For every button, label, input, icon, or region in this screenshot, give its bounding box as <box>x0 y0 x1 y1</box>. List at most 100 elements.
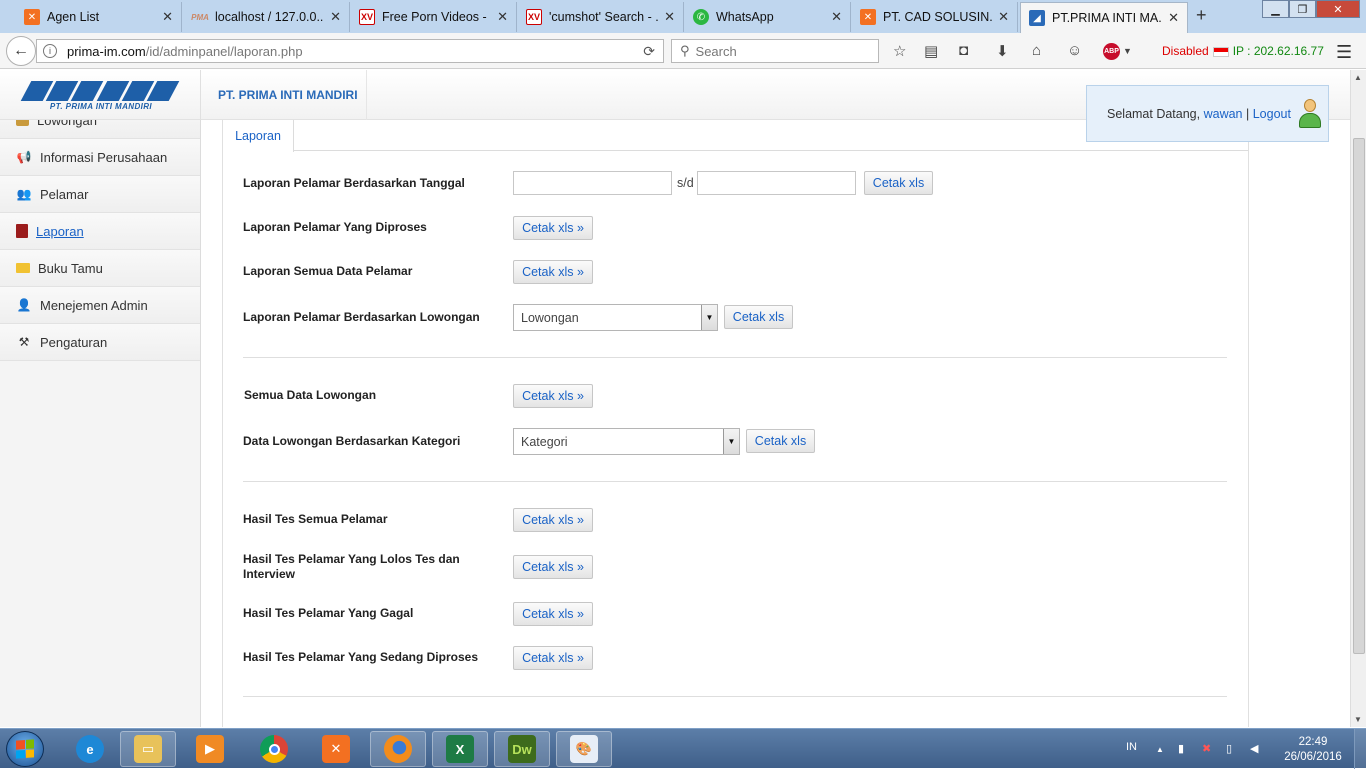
browser-tab[interactable]: ✕ Agen List ✕ <box>16 2 182 32</box>
signal-icon[interactable]: ▮ <box>1178 742 1184 755</box>
taskbar-ie[interactable]: e <box>62 731 118 767</box>
report-panel: Laporan Laporan Pelamar Berdasarkan Tang… <box>222 120 1249 727</box>
page-viewport: Lowongan 📢 Informasi Perusahaan 👥 Pelamar Lap… <box>0 70 1350 727</box>
url-bar[interactable]: i prima-im.com/id/adminpanel/laporan.php… <box>36 39 664 63</box>
maximize-button[interactable]: ❐ <box>1289 0 1316 18</box>
cetak-hasil-tes-lolos-button[interactable]: Cetak xls » <box>513 555 593 579</box>
minimize-button[interactable]: ▁ <box>1262 0 1289 18</box>
system-tray: IN ▲ ▮ ✖ ▯ ◀ 22:49 26/06/2016 <box>1120 729 1366 769</box>
clock[interactable]: 22:49 26/06/2016 <box>1278 735 1348 765</box>
cetak-kategori-button[interactable]: Cetak xls <box>746 429 815 453</box>
sidebar-item-buku-tamu[interactable]: Buku Tamu <box>0 250 200 287</box>
browser-tab[interactable]: PMA localhost / 127.0.0.... ✕ <box>184 2 350 32</box>
new-tab-button[interactable]: + <box>1196 5 1207 26</box>
taskbar-firefox[interactable] <box>370 731 426 767</box>
sidebar-item-laporan[interactable]: Laporan <box>0 213 200 250</box>
back-button[interactable]: ← <box>6 36 36 66</box>
reload-icon[interactable]: ⟳ <box>643 43 655 60</box>
tools-icon: ⚒ <box>18 335 30 349</box>
volume-icon[interactable]: ◀ <box>1250 742 1258 755</box>
start-button[interactable] <box>6 731 44 767</box>
taskbar-dreamweaver[interactable]: Dw <box>494 731 550 767</box>
tab-title: 'cumshot' Search - ... <box>549 10 659 24</box>
taskbar-xampp[interactable]: ✕ <box>308 731 364 767</box>
close-tab-icon[interactable]: ✕ <box>497 9 508 25</box>
tab-title: PT. CAD SOLUSIN... <box>883 10 993 24</box>
cetak-hasil-tes-diproses-button[interactable]: Cetak xls » <box>513 646 593 670</box>
close-tab-icon[interactable]: ✕ <box>162 9 173 25</box>
chevron-down-icon[interactable]: ▼ <box>701 305 717 330</box>
cetak-lowongan-button[interactable]: Cetak xls <box>724 305 793 329</box>
scroll-up-icon[interactable]: ▲ <box>1354 73 1362 82</box>
bookmark-star-icon[interactable]: ☆ <box>893 42 906 60</box>
tray-expand-icon[interactable]: ▲ <box>1156 745 1164 754</box>
kategori-select[interactable]: Kategori ▼ <box>513 428 740 455</box>
admin-icon: 👤 <box>16 298 32 312</box>
download-icon[interactable]: ⬇ <box>996 42 1009 60</box>
taskbar-chrome[interactable] <box>246 731 302 767</box>
chevron-down-icon[interactable]: ▼ <box>723 429 739 454</box>
section-divider <box>243 481 1227 482</box>
close-tab-icon[interactable]: ✕ <box>1168 10 1179 26</box>
close-tab-icon[interactable]: ✕ <box>330 9 341 25</box>
xvideos-icon: XV <box>526 9 542 25</box>
sidebar-item-label: Laporan <box>36 223 84 239</box>
brand-link[interactable]: PT. PRIMA INTI MANDIRI <box>218 88 358 102</box>
cetak-tanggal-button[interactable]: Cetak xls <box>864 171 933 195</box>
date-to-input[interactable] <box>697 171 856 195</box>
cetak-semua-pelamar-button[interactable]: Cetak xls » <box>513 260 593 284</box>
date-from-input[interactable] <box>513 171 672 195</box>
show-desktop-button[interactable] <box>1354 729 1366 769</box>
sidebar-item-pelamar[interactable]: 👥 Pelamar <box>0 176 200 213</box>
close-tab-icon[interactable]: ✕ <box>831 9 842 25</box>
sidebar-item-pengaturan[interactable]: ⚒ Pengaturan <box>0 324 200 361</box>
browser-tab[interactable]: XV Free Porn Videos - ... ✕ <box>351 2 517 32</box>
pocket-icon[interactable]: ◘ <box>959 42 968 59</box>
close-tab-icon[interactable]: ✕ <box>664 9 675 25</box>
site-info-icon[interactable]: i <box>43 44 57 58</box>
lowongan-select[interactable]: Lowongan ▼ <box>513 304 718 331</box>
close-tab-icon[interactable]: ✕ <box>998 9 1009 25</box>
cetak-hasil-tes-semua-button[interactable]: Cetak xls » <box>513 508 593 532</box>
reading-list-icon[interactable]: ▤ <box>924 42 938 60</box>
tab-title: Free Porn Videos - ... <box>382 10 492 24</box>
label-pelamar-lowongan: Laporan Pelamar Berdasarkan Lowongan <box>243 310 480 324</box>
company-logo[interactable]: PT. PRIMA INTI MANDIRI <box>20 81 180 111</box>
scrollbar-thumb[interactable] <box>1353 138 1365 654</box>
xampp-icon: ✕ <box>322 735 350 763</box>
sidebar-item-informasi-perusahaan[interactable]: 📢 Informasi Perusahaan <box>0 139 200 176</box>
logout-link[interactable]: Logout <box>1253 107 1291 121</box>
hello-chat-icon[interactable]: ☺ <box>1067 42 1082 59</box>
home-icon[interactable]: ⌂ <box>1032 42 1041 59</box>
search-input[interactable]: ⚲ Search <box>671 39 879 63</box>
adblock-icon[interactable]: ABP <box>1103 43 1120 60</box>
language-indicator[interactable]: IN <box>1126 741 1137 753</box>
menu-icon[interactable]: ☰ <box>1336 42 1352 63</box>
taskbar-media-player[interactable]: ▶ <box>182 731 238 767</box>
scroll-down-icon[interactable]: ▼ <box>1354 715 1362 724</box>
sidebar: Lowongan 📢 Informasi Perusahaan 👥 Pelamar Lap… <box>0 102 201 727</box>
power-icon[interactable]: ▯ <box>1226 742 1232 755</box>
cetak-hasil-tes-gagal-button[interactable]: Cetak xls » <box>513 602 593 626</box>
disabled-status: Disabled <box>1162 44 1209 58</box>
cetak-pelamar-diproses-button[interactable]: Cetak xls » <box>513 216 593 240</box>
lowongan-select-value: Lowongan <box>521 310 579 325</box>
username-link[interactable]: wawan <box>1204 107 1243 121</box>
taskbar-excel[interactable]: X <box>432 731 488 767</box>
sidebar-item-label: Pelamar <box>40 186 89 202</box>
taskbar-explorer[interactable]: ▭ <box>120 731 176 767</box>
page-scrollbar[interactable]: ▲ ▼ <box>1350 70 1366 727</box>
cetak-semua-lowongan-button[interactable]: Cetak xls » <box>513 384 593 408</box>
ip-indicator: Disabled IP : 202.62.16.77 <box>1162 44 1324 58</box>
browser-tab[interactable]: XV 'cumshot' Search - ... ✕ <box>518 2 684 32</box>
network-icon[interactable]: ✖ <box>1202 742 1211 755</box>
browser-tab[interactable]: ◢ PT.PRIMA INTI MA... ✕ <box>1020 2 1188 33</box>
close-window-button[interactable]: ✕ <box>1316 0 1360 18</box>
browser-tab[interactable]: ✕ PT. CAD SOLUSIN... ✕ <box>852 2 1018 32</box>
label-hasil-tes-diproses: Hasil Tes Pelamar Yang Sedang Diproses <box>243 650 478 664</box>
tab-laporan[interactable]: Laporan <box>223 120 294 152</box>
chevron-down-icon[interactable]: ▼ <box>1123 46 1132 56</box>
taskbar-paint[interactable]: 🎨 <box>556 731 612 767</box>
sidebar-item-menejemen-admin[interactable]: 👤 Menejemen Admin <box>0 287 200 324</box>
browser-tab[interactable]: ✆ WhatsApp ✕ <box>685 2 851 32</box>
